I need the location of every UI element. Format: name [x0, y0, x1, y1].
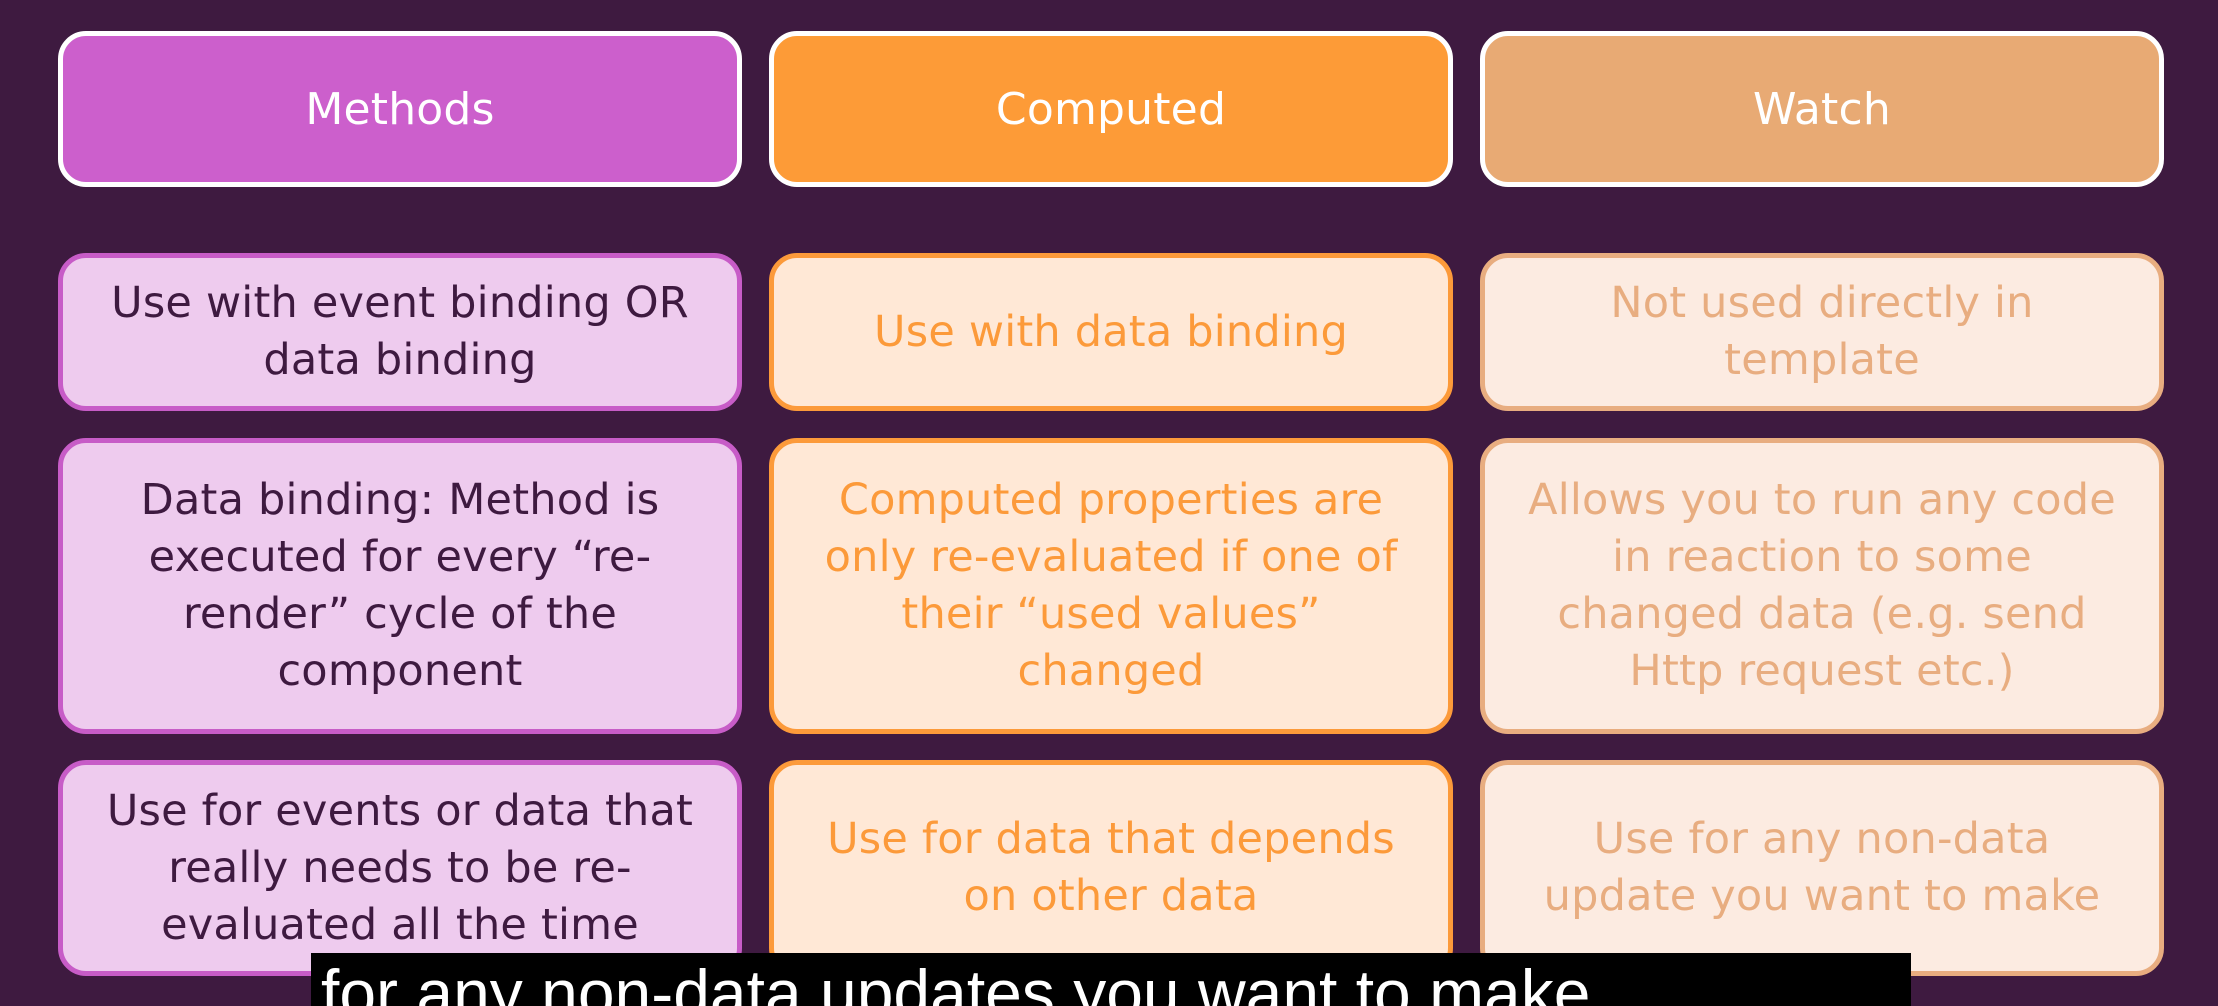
comparison-slide: Methods Computed Watch Use with event bi… — [0, 0, 2218, 1006]
computed-when-card: Use for data that depends on other data — [769, 760, 1453, 976]
watch-usage-card: Not used directly in template — [1480, 253, 2164, 411]
methods-usage-card: Use with event binding OR data binding — [58, 253, 742, 411]
computed-behavior-card: Computed properties are only re-evaluate… — [769, 438, 1453, 734]
watch-header: Watch — [1480, 31, 2164, 187]
computed-usage-card: Use with data binding — [769, 253, 1453, 411]
methods-when-card: Use for events or data that really needs… — [58, 760, 742, 976]
video-subtitle: for any non-data updates you want to mak… — [311, 953, 1911, 1006]
watch-behavior-card: Allows you to run any code in reaction t… — [1480, 438, 2164, 734]
methods-behavior-card: Data binding: Method is executed for eve… — [58, 438, 742, 734]
methods-header: Methods — [58, 31, 742, 187]
watch-when-card: Use for any non-data update you want to … — [1480, 760, 2164, 976]
computed-header: Computed — [769, 31, 1453, 187]
